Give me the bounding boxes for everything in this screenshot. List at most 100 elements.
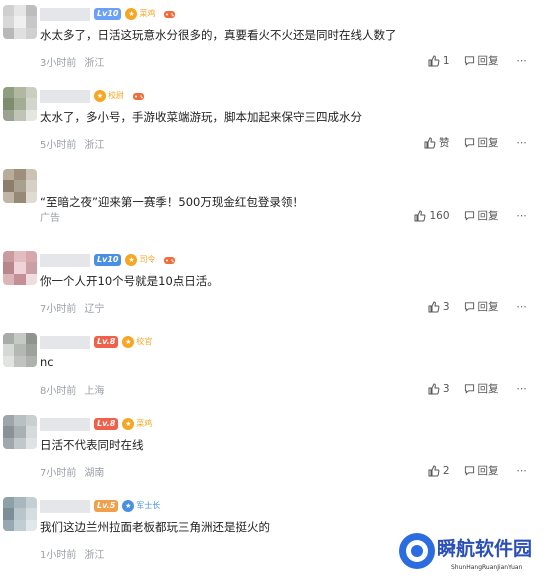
rank-badge: ★ 菜鸡: [122, 418, 156, 430]
location-label: 湖南: [84, 468, 105, 479]
location-label: 浙江: [84, 550, 105, 561]
user-info: ★ 校尉: [40, 88, 145, 104]
comment-actions: 3 回复 ⋯: [428, 381, 528, 396]
thumbs-up-icon: [428, 54, 440, 66]
comment-item: Lv10 ★ 菜鸡水太多了，日活这玩意水分很多的，真要看火不火还是同时在线人数了 3小…: [0, 0, 550, 82]
thumbs-up-icon: [424, 136, 436, 148]
time-label: 5小时前: [40, 140, 77, 151]
more-icon[interactable]: ⋯: [517, 137, 529, 149]
more-icon[interactable]: ⋯: [517, 301, 529, 313]
time-label: 7小时前: [40, 468, 77, 479]
comment-item: Lv.8 ★ 校官 nc 8小时前 上海 3 回复 ⋯: [0, 328, 550, 410]
watermark-logo: 瞬航软件园 ShunHangRuanJianYuan: [395, 527, 540, 575]
reply-button[interactable]: 回复: [464, 53, 499, 68]
user-info: Lv10 ★ 司令: [40, 252, 176, 268]
more-icon[interactable]: ⋯: [517, 465, 529, 477]
location-label: 浙江: [84, 140, 105, 151]
nickname-blurred[interactable]: [40, 335, 90, 349]
reply-label: 回复: [477, 137, 499, 149]
avatar[interactable]: [3, 251, 37, 285]
reply-button[interactable]: 回复: [464, 208, 499, 223]
more-icon[interactable]: ⋯: [517, 210, 529, 222]
reply-icon: [464, 384, 474, 394]
reply-label: 回复: [477, 301, 499, 313]
comment-meta: 3小时前 浙江: [40, 54, 112, 69]
thumbs-up-icon: [428, 300, 440, 312]
game-icon: [133, 92, 144, 100]
time-label: 8小时前: [40, 386, 77, 397]
comment-actions: 160 回复 ⋯: [414, 208, 528, 223]
reply-label: 回复: [477, 383, 499, 395]
reply-icon: [464, 211, 474, 221]
reply-label: 回复: [477, 210, 499, 222]
like-button[interactable]: 160: [414, 209, 450, 222]
like-count: 2: [442, 464, 450, 477]
ad-item: “至暗之夜”迎来第一赛季！500万现金红包登录领！ 广告 160 回复 ⋯: [0, 164, 550, 246]
avatar[interactable]: [3, 169, 37, 203]
user-info: Lv.5 ★ 军士长: [40, 498, 164, 514]
like-button[interactable]: 3: [428, 301, 450, 313]
like-button[interactable]: 赞: [424, 135, 450, 150]
avatar[interactable]: [3, 87, 37, 121]
avatar[interactable]: [3, 497, 37, 531]
level-badge: Lv10: [94, 8, 122, 20]
like-count: 赞: [439, 137, 450, 149]
reply-label: 回复: [477, 465, 499, 477]
nickname-blurred[interactable]: [40, 253, 90, 267]
nickname-blurred[interactable]: [40, 89, 90, 103]
game-icon: [164, 256, 176, 264]
level-badge: Lv.8: [94, 418, 119, 430]
comment-text: 太水了，多小号，手游收菜端游玩，脚本加起来保守三四成水分: [40, 110, 362, 124]
like-button[interactable]: 2: [428, 465, 450, 477]
comment-item: Lv10 ★ 司令你一个人开10个号就是10点日活。 7小时前 辽宁 3 回复 ⋯: [0, 246, 550, 328]
user-info: Lv.8 ★ 校官: [40, 334, 156, 350]
rank-badge: ★ 司令: [125, 254, 159, 266]
comment-actions: 3 回复 ⋯: [428, 299, 528, 314]
reply-icon: [464, 56, 474, 66]
reply-label: 回复: [477, 55, 499, 67]
watermark-title: 瞬航软件园: [437, 537, 532, 560]
time-label: 1小时前: [40, 550, 77, 561]
comment-text: nc: [40, 355, 54, 369]
level-badge: Lv10: [94, 254, 122, 266]
reply-button[interactable]: 回复: [464, 463, 499, 478]
comment-meta: 1小时前 浙江: [40, 546, 112, 561]
avatar[interactable]: [3, 5, 37, 39]
user-info: Lv10 ★ 菜鸡: [40, 6, 176, 22]
like-button[interactable]: 3: [428, 383, 450, 395]
more-icon[interactable]: ⋯: [517, 383, 529, 395]
reply-button[interactable]: 回复: [464, 135, 499, 150]
time-label: 7小时前: [40, 304, 77, 315]
reply-icon: [464, 138, 474, 148]
comment-text: 水太多了，日活这玩意水分很多的，真要看火不火还是同时在线人数了: [40, 28, 397, 42]
comment-meta: 8小时前 上海: [40, 382, 112, 397]
rank-badge: ★ 校尉: [94, 90, 128, 102]
reply-icon: [464, 302, 474, 312]
more-icon[interactable]: ⋯: [517, 55, 529, 67]
comment-actions: 2 回复 ⋯: [428, 463, 528, 478]
comment-text: 你一个人开10个号就是10点日活。: [40, 274, 219, 288]
location-label: 上海: [84, 386, 105, 397]
like-count: 1: [442, 54, 450, 67]
like-count: 3: [442, 382, 450, 395]
game-icon: [164, 10, 176, 18]
nickname-blurred[interactable]: [40, 417, 90, 431]
watermark-subtitle: ShunHangRuanJianYuan: [451, 564, 523, 571]
like-count: 3: [442, 300, 450, 313]
comment-meta: 7小时前 辽宁: [40, 300, 112, 315]
thumbs-up-icon: [414, 209, 426, 221]
nickname-blurred[interactable]: [40, 7, 90, 21]
reply-button[interactable]: 回复: [464, 381, 499, 396]
location-label: 浙江: [84, 58, 105, 69]
comment-text: “至暗之夜”迎来第一赛季！500万现金红包登录领！: [40, 195, 304, 209]
comment-meta: 5小时前 浙江: [40, 136, 112, 151]
rank-badge: ★ 校官: [122, 336, 156, 348]
like-button[interactable]: 1: [428, 55, 450, 67]
avatar[interactable]: [3, 415, 37, 449]
avatar[interactable]: [3, 333, 37, 367]
level-badge: Lv.8: [94, 336, 119, 348]
nickname-blurred[interactable]: [40, 499, 90, 513]
ad-label: 广告: [40, 213, 60, 224]
reply-button[interactable]: 回复: [464, 299, 499, 314]
time-label: 3小时前: [40, 58, 77, 69]
